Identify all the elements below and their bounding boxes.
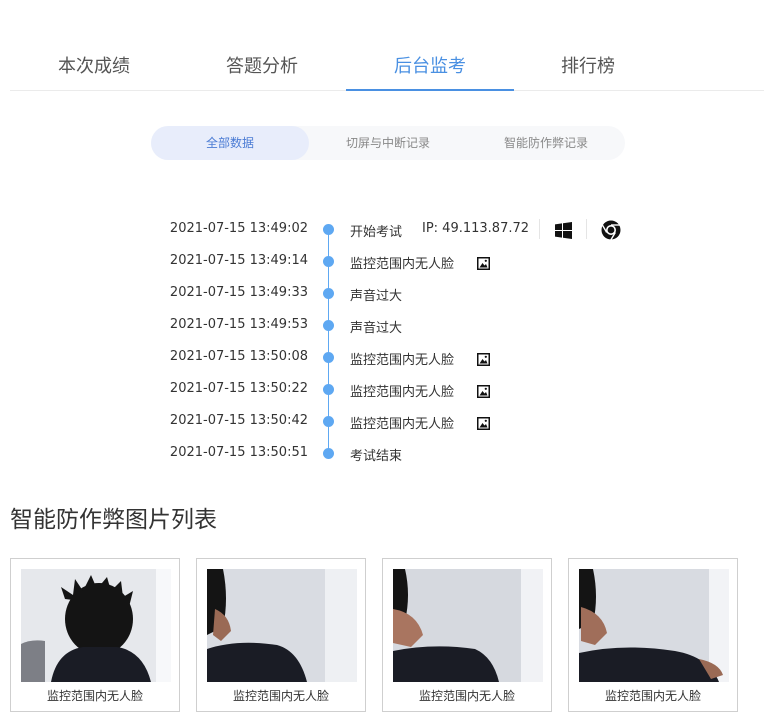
image-icon[interactable] — [477, 255, 490, 274]
timeline-dot — [323, 256, 334, 267]
snapshot-caption: 监控范围内无人脸 — [232, 689, 329, 703]
tab-bar: 本次成绩 答题分析 后台监考 排行榜 — [10, 40, 764, 91]
timeline-row: 2021-07-15 13:49:14 监控范围内无人脸 — [0, 246, 774, 278]
filter-anti-cheat-records[interactable]: 智能防作弊记录 — [467, 126, 625, 160]
snapshot-card[interactable]: 监控范围内无人脸 — [196, 558, 366, 712]
timeline-event: 考试结束 — [350, 449, 403, 464]
image-icon[interactable] — [477, 351, 490, 370]
snapshot-image — [393, 569, 543, 682]
timeline-event: 监控范围内无人脸 — [350, 353, 455, 368]
snapshot-card[interactable]: 监控范围内无人脸 — [568, 558, 738, 712]
timeline-row: 2021-07-15 13:50:08 监控范围内无人脸 — [0, 342, 774, 374]
image-icon[interactable] — [477, 383, 490, 402]
timeline-event: 声音过大 — [350, 289, 403, 304]
timeline-event: 监控范围内无人脸 — [350, 257, 455, 272]
timeline-dot — [323, 448, 334, 459]
tab-leaderboard[interactable]: 排行榜 — [504, 40, 672, 90]
snapshot-caption: 监控范围内无人脸 — [604, 689, 701, 703]
tab-answer-analysis[interactable]: 答题分析 — [178, 40, 346, 90]
timeline-time: 2021-07-15 13:49:33 — [169, 285, 308, 300]
tab-proctoring[interactable]: 后台监考 — [346, 40, 514, 91]
snapshot-card[interactable]: 监控范围内无人脸 — [10, 558, 180, 712]
timeline-row: 2021-07-15 13:49:33 声音过大 — [0, 278, 774, 310]
timeline-row: 2021-07-15 13:49:02 开始考试 IP: 49.113.87.7… — [0, 214, 774, 246]
timeline-time: 2021-07-15 13:50:51 — [169, 445, 308, 460]
timeline-time: 2021-07-15 13:49:53 — [169, 317, 308, 332]
timeline-dot — [323, 320, 334, 331]
timeline-time: 2021-07-15 13:49:14 — [169, 253, 308, 268]
chrome-icon — [601, 220, 621, 244]
timeline-dot — [323, 416, 334, 427]
snapshot-card[interactable]: 监控范围内无人脸 — [382, 558, 552, 712]
timeline-row: 2021-07-15 13:50:42 监控范围内无人脸 — [0, 406, 774, 438]
divider — [539, 219, 540, 239]
snapshot-image — [21, 569, 171, 682]
timeline-row: 2021-07-15 13:50:51 考试结束 — [0, 438, 774, 470]
timeline-event: 开始考试 — [350, 225, 403, 240]
timeline-event: 监控范围内无人脸 — [350, 417, 455, 432]
image-icon[interactable] — [477, 415, 490, 434]
windows-icon — [555, 222, 572, 243]
filter-segmented-control: 全部数据 切屏与中断记录 智能防作弊记录 — [151, 126, 625, 160]
timeline-dot — [323, 224, 334, 235]
timeline-row: 2021-07-15 13:50:22 监控范围内无人脸 — [0, 374, 774, 406]
timeline-time: 2021-07-15 13:49:02 — [169, 221, 308, 236]
tab-score[interactable]: 本次成绩 — [10, 40, 178, 90]
ip-address: IP: 49.113.87.72 — [422, 221, 530, 236]
snapshot-image — [579, 569, 729, 682]
timeline-time: 2021-07-15 13:50:22 — [169, 381, 308, 396]
snapshot-caption: 监控范围内无人脸 — [46, 689, 143, 703]
filter-screen-switch-records[interactable]: 切屏与中断记录 — [309, 126, 467, 160]
timeline-event: 声音过大 — [350, 321, 403, 336]
divider — [586, 219, 587, 239]
snapshot-caption: 监控范围内无人脸 — [418, 689, 515, 703]
timeline-time: 2021-07-15 13:50:08 — [169, 349, 308, 364]
timeline-dot — [323, 352, 334, 363]
timeline-dot — [323, 288, 334, 299]
snapshot-image — [207, 569, 357, 682]
timeline-dot — [323, 384, 334, 395]
filter-all-data[interactable]: 全部数据 — [151, 126, 309, 160]
gallery-title: 智能防作弊图片列表 — [10, 507, 217, 533]
timeline-row: 2021-07-15 13:49:53 声音过大 — [0, 310, 774, 342]
proctoring-timeline: 2021-07-15 13:49:02 开始考试 IP: 49.113.87.7… — [0, 214, 774, 474]
timeline-event: 监控范围内无人脸 — [350, 385, 455, 400]
timeline-time: 2021-07-15 13:50:42 — [169, 413, 308, 428]
